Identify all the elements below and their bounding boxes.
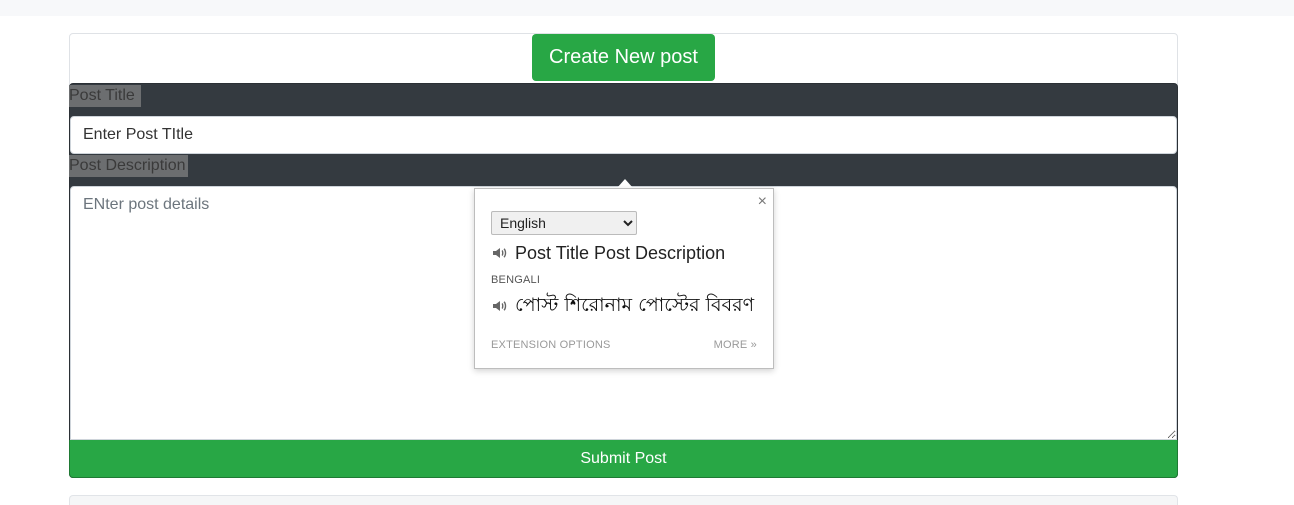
create-new-post-button[interactable]: Create New post (532, 34, 715, 81)
post-description-label: Post Description (69, 155, 188, 177)
translate-popup: × English Post Title Post Description BE… (474, 188, 774, 369)
language-select[interactable]: English (491, 211, 637, 235)
speaker-icon[interactable] (492, 246, 508, 260)
close-icon[interactable]: × (758, 193, 767, 211)
top-bar (0, 0, 1294, 16)
extension-options-link[interactable]: EXTENSION OPTIONS (491, 339, 611, 351)
post-title-input[interactable] (70, 116, 1177, 154)
more-link[interactable]: MORE » (714, 339, 757, 351)
translated-text: পোস্ট শিরোনাম পোস্টের বিবরণ (515, 294, 755, 316)
submit-post-button[interactable]: Submit Post (69, 440, 1178, 478)
post-title-label: Post Title (69, 85, 141, 107)
source-text: Post Title Post Description (515, 243, 726, 263)
target-language-label: BENGALI (491, 274, 541, 286)
popup-arrow (617, 179, 633, 188)
speaker-icon[interactable] (492, 299, 508, 313)
next-card-edge (69, 495, 1178, 505)
